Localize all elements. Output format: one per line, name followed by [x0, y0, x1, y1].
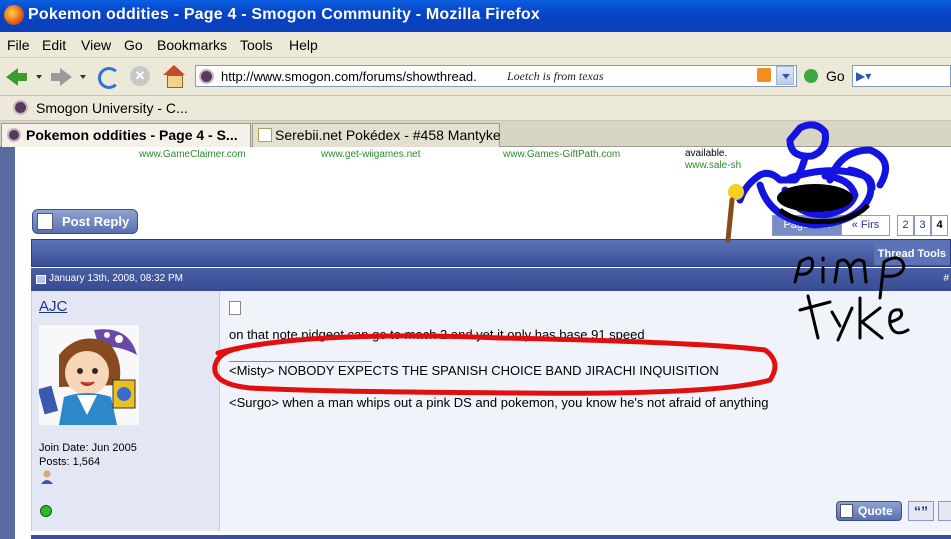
rss-feed-icon[interactable]	[757, 68, 771, 82]
signature-line-2: <Surgo> when a man whips out a pink DS a…	[229, 395, 769, 410]
tab-serebii[interactable]: Serebii.net Pokédex - #458 Mantyke	[252, 123, 501, 147]
page-of-label: Page 4 of	[772, 215, 842, 236]
ad-available-text: available.	[685, 148, 728, 159]
person-icon	[41, 470, 53, 484]
tab-label: Pokemon oddities - Page 4 - S...	[26, 127, 238, 143]
post-body: AJC Join Date: Jun 2005 Posts: 1,564 on …	[31, 291, 951, 531]
post-status-icon	[36, 275, 46, 284]
quote-label: Quote	[858, 504, 893, 518]
user-profile-icon[interactable]	[39, 469, 55, 485]
post-message: on that note pidgeot can go to mach 2 an…	[229, 327, 645, 342]
page-navigation: Page 4 of « Firs 2 3 4	[772, 215, 951, 236]
tab-pokemon-oddities[interactable]: Pokemon oddities - Page 4 - S...	[1, 123, 251, 147]
address-scribble: Loetch is from texas	[507, 69, 604, 83]
quick-reply-button[interactable]	[938, 501, 951, 521]
ad-link[interactable]: www.GameClaimer.com	[139, 149, 246, 160]
thread-tools-button[interactable]: Thread Tools	[873, 243, 950, 265]
firefox-icon	[4, 5, 24, 25]
ad-link[interactable]: www.Games-GiftPath.com	[503, 149, 620, 160]
menu-tools[interactable]: Tools	[240, 37, 273, 53]
menu-go[interactable]: Go	[124, 37, 143, 53]
username-link[interactable]: AJC	[39, 298, 67, 315]
forward-history-dropdown-icon[interactable]	[80, 75, 86, 79]
serebii-favicon-icon	[258, 128, 272, 142]
search-engine-icon: ▶▾	[856, 69, 872, 83]
menubar: File Edit View Go Bookmarks Tools Help	[0, 32, 951, 58]
bookmark-smogon[interactable]: Smogon University - C...	[36, 100, 188, 116]
page-link-3[interactable]: 3	[914, 215, 931, 236]
address-bar[interactable]: http://www.smogon.com/forums/showthread.…	[195, 65, 797, 87]
post-header: January 13th, 2008, 08:32 PM #	[31, 268, 951, 291]
back-arrow-icon[interactable]	[4, 64, 30, 90]
user-avatar[interactable]	[39, 325, 139, 425]
menu-edit[interactable]: Edit	[42, 37, 66, 53]
current-page: 4	[931, 215, 948, 236]
go-button[interactable]: Go	[804, 68, 849, 86]
smogon-favicon-icon	[7, 128, 21, 142]
site-favicon-icon	[199, 69, 214, 84]
post-bottom-rule	[31, 535, 951, 539]
online-status-icon	[40, 505, 52, 517]
quote-button[interactable]: Quote	[836, 501, 902, 521]
forward-arrow-icon[interactable]	[48, 64, 74, 90]
signature-divider	[229, 361, 372, 362]
address-url: http://www.smogon.com/forums/showthread.	[221, 69, 477, 84]
address-dropdown-button[interactable]	[776, 66, 794, 85]
multi-quote-button[interactable]: “”	[908, 501, 934, 521]
signature-line-1: <Misty> NOBODY EXPECTS THE SPANISH CHOIC…	[229, 363, 719, 378]
post-count: Posts: 1,564	[39, 456, 101, 468]
page-left-border	[0, 147, 15, 539]
menu-bookmarks[interactable]: Bookmarks	[157, 37, 227, 53]
post-icon	[229, 301, 241, 315]
quote-icon	[840, 504, 853, 518]
window-title: Pokemon oddities - Page 4 - Smogon Commu…	[28, 6, 541, 23]
tab-strip: Pokemon oddities - Page 4 - S... Serebii…	[0, 121, 951, 147]
post-number-link[interactable]: #	[943, 273, 949, 284]
post-reply-icon	[37, 213, 53, 230]
bookmarks-toolbar: Smogon University - C...	[0, 96, 951, 121]
menu-view[interactable]: View	[81, 37, 111, 53]
menu-file[interactable]: File	[7, 37, 30, 53]
go-label: Go	[826, 68, 845, 84]
post-reply-button[interactable]: Post Reply	[32, 209, 138, 234]
back-history-dropdown-icon[interactable]	[36, 75, 42, 79]
ad-link[interactable]: www.get-wiigames.net	[321, 149, 420, 160]
home-icon[interactable]	[161, 64, 187, 90]
page-content: www.GameClaimer.com www.get-wiigames.net…	[0, 147, 951, 539]
avatar-illustration	[39, 325, 139, 425]
user-info-panel: AJC Join Date: Jun 2005 Posts: 1,564	[32, 291, 220, 531]
reload-icon[interactable]	[95, 64, 121, 90]
stop-icon[interactable]	[128, 64, 154, 90]
thread-header-bar: Thread Tools	[31, 239, 951, 267]
first-page-link[interactable]: « Firs	[841, 215, 890, 236]
tab-label: Serebii.net Pokédex - #458 Mantyke	[275, 127, 501, 143]
page-link-2[interactable]: 2	[897, 215, 914, 236]
menu-help[interactable]: Help	[289, 37, 318, 53]
post-date: January 13th, 2008, 08:32 PM	[49, 273, 183, 284]
join-date: Join Date: Jun 2005	[39, 442, 137, 454]
ad-link[interactable]: www.sale-sh	[685, 160, 741, 171]
bookmark-favicon-icon	[13, 100, 28, 115]
search-input[interactable]: ▶▾	[852, 65, 951, 87]
post-reply-label: Post Reply	[62, 214, 130, 229]
window-titlebar: Pokemon oddities - Page 4 - Smogon Commu…	[0, 0, 951, 32]
go-arrow-icon	[804, 69, 818, 83]
